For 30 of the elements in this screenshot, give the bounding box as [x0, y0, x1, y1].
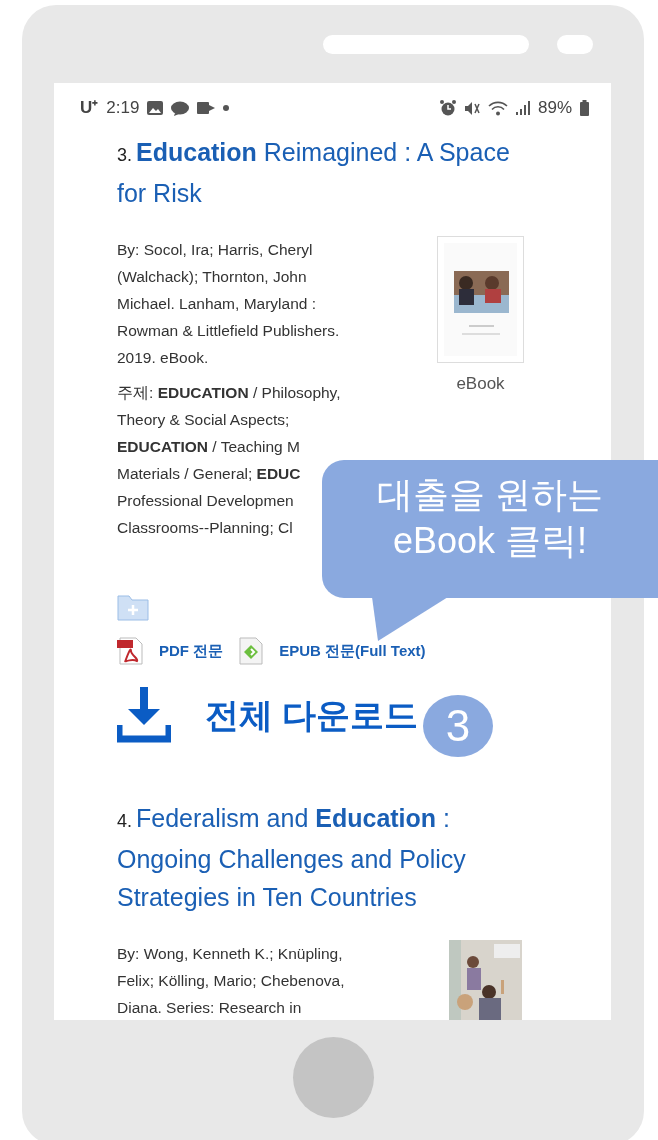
- book-cover[interactable]: [437, 236, 524, 363]
- chat-bubble-icon: [171, 100, 190, 116]
- status-time: 2:19: [106, 97, 140, 120]
- subject-text: Professional Developmen: [117, 491, 295, 511]
- dot-icon: [223, 105, 230, 111]
- pdf-file-icon: [117, 637, 143, 665]
- notification-icon: [197, 101, 216, 115]
- gallery-icon: [147, 101, 164, 115]
- file-link[interactable]: EPUB 전문(Full Text): [279, 639, 426, 663]
- battery-icon: [580, 100, 589, 116]
- result-title[interactable]: 4. Federalism and Education : Ongoing Challenges and Policy Strategies in Ten Countries: [117, 799, 542, 916]
- wifi-icon: [487, 100, 508, 116]
- subject-text: Theory & Social Aspects;: [117, 410, 291, 430]
- result-title[interactable]: 3. Education Reimagined : A Space for Risk: [117, 133, 542, 212]
- carrier-name: U⁺: [80, 97, 99, 120]
- byline-text: By: Socol, Ira; Harris, Cheryl (Walchack); Thornton, John Michael. Lanham, Maryland : Rowman & Littlefield Publishers. 2019. eBook.: [117, 240, 341, 368]
- alarm-icon: [439, 100, 456, 116]
- download-icon[interactable]: [117, 687, 171, 743]
- signal-icon: [515, 101, 530, 115]
- mute-icon: [463, 100, 480, 116]
- subject-text: Classrooms--Planning; Cl: [117, 518, 294, 538]
- file-link[interactable]: PDF 전문: [159, 639, 224, 663]
- download-all-link[interactable]: 전체 다운로드: [205, 689, 419, 741]
- subject-text: Materials / General; EDUC: [117, 464, 302, 484]
- format-label: eBook: [456, 373, 505, 395]
- battery-percent: 89%: [537, 97, 572, 120]
- subject-text: EDUCATION / Teaching M: [117, 437, 301, 457]
- byline-text: By: Wong, Kenneth K.; Knüpling, Felix; Kölling, Mario; Chebenova, Diana. Series: Research in: [117, 944, 346, 1018]
- subject-text: 주제: EDUCATION / Philosophy,: [117, 383, 342, 403]
- epub-file-icon: [239, 637, 264, 665]
